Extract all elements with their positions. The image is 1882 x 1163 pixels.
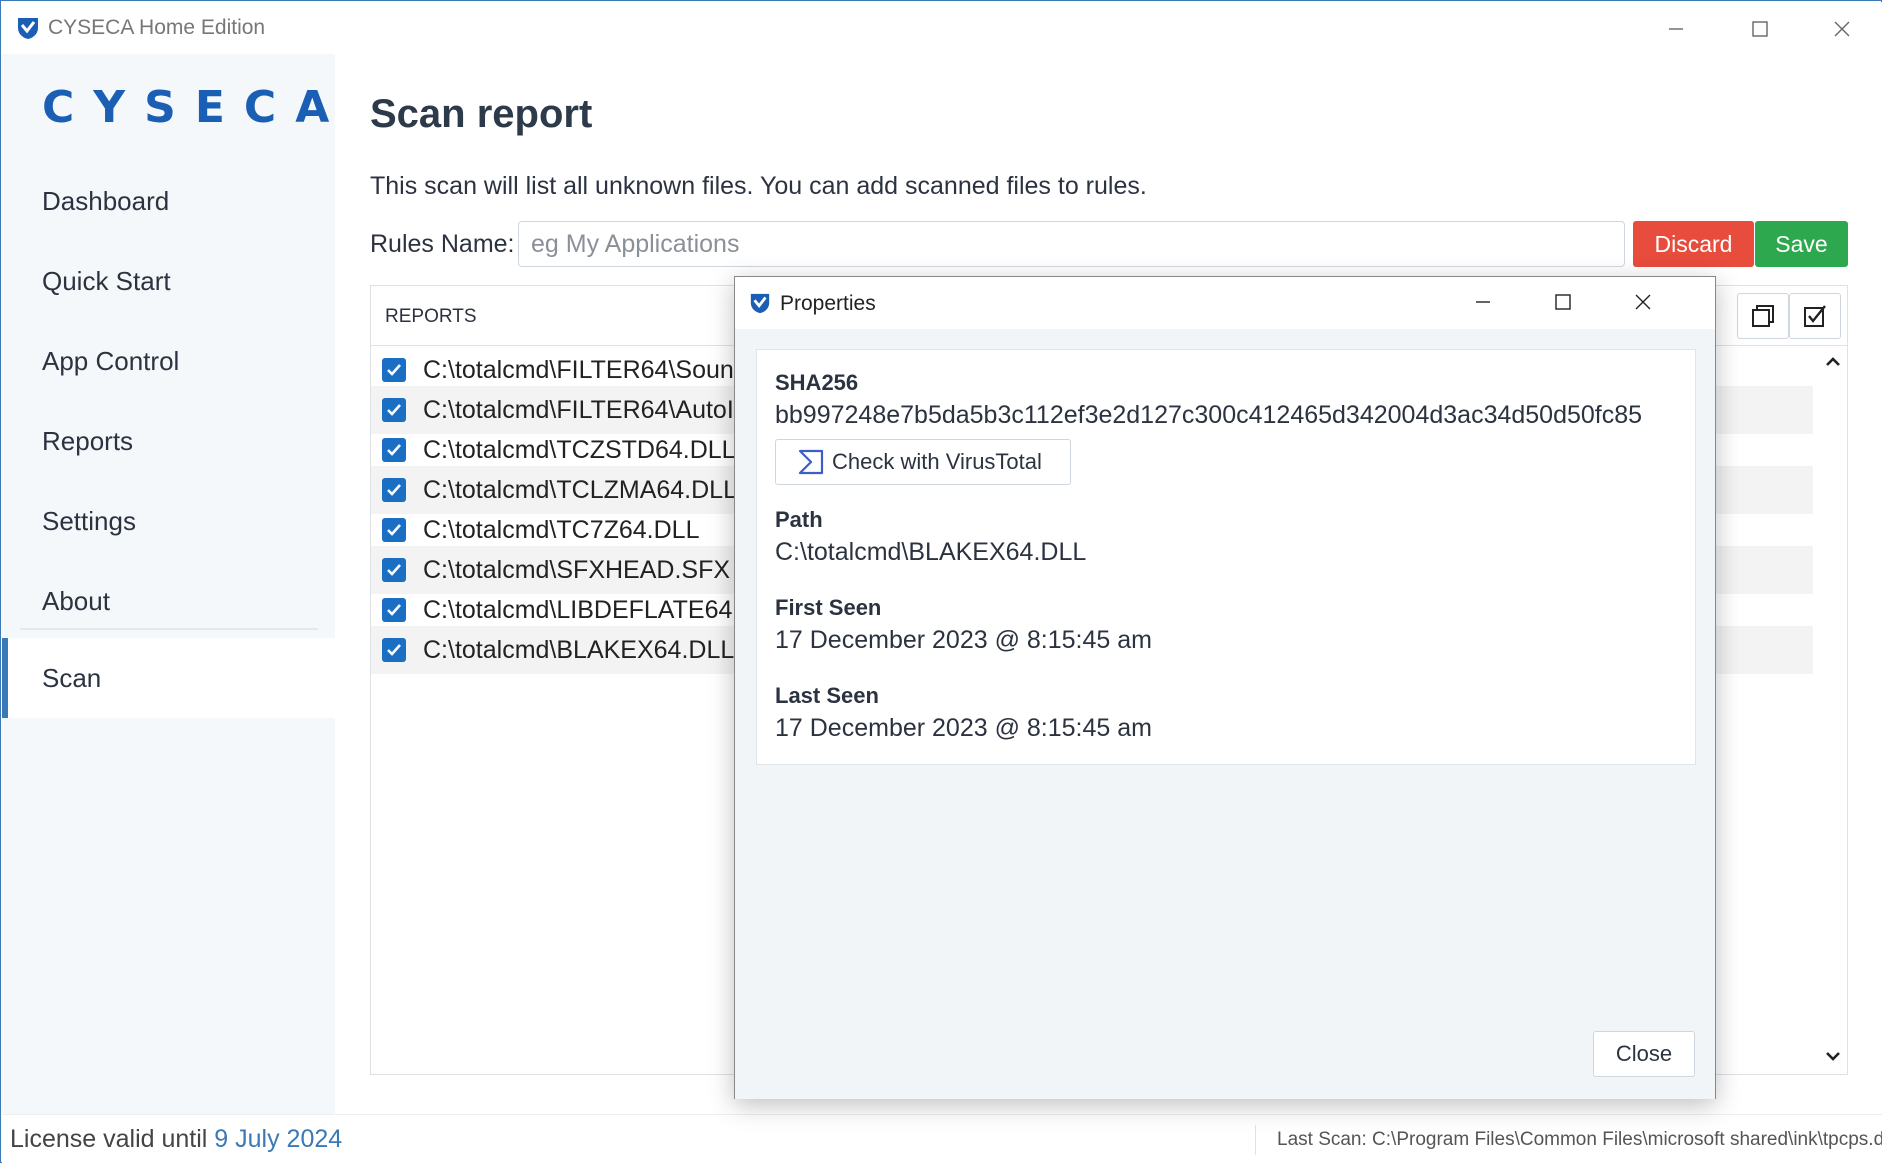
maximize-icon xyxy=(1555,294,1571,310)
copy-window-icon xyxy=(1752,305,1774,327)
checkmark-icon xyxy=(387,364,401,376)
dialog-maximize-button[interactable] xyxy=(1533,283,1593,321)
dialog-close-button[interactable]: Close xyxy=(1593,1031,1695,1077)
dialog-close-x-button[interactable] xyxy=(1613,283,1673,321)
license-date: 9 July 2024 xyxy=(214,1125,343,1153)
sidebar-item-dashboard[interactable]: Dashboard xyxy=(2,161,335,241)
window-title: CYSECA Home Edition xyxy=(48,16,266,39)
checkbox-checked-icon xyxy=(1804,305,1826,327)
page-title: Scan report xyxy=(370,92,593,136)
last-seen-value: 17 December 2023 @ 8:15:45 am xyxy=(775,714,1152,742)
discard-button[interactable]: Discard xyxy=(1633,221,1754,267)
sidebar: CYSECA Dashboard Quick Start App Control… xyxy=(2,54,335,1114)
check-virustotal-label: Check with VirusTotal xyxy=(832,449,1042,474)
sha256-value: bb997248e7b5da5b3c112ef3e2d127c300c41246… xyxy=(775,401,1643,429)
row-path: C:\totalcmd\LIBDEFLATE64.I xyxy=(423,596,747,624)
sidebar-item-reports[interactable]: Reports xyxy=(2,401,335,481)
page-subtitle: This scan will list all unknown files. Y… xyxy=(370,172,1147,200)
path-label: Path xyxy=(775,507,823,532)
minimize-button[interactable] xyxy=(1646,10,1706,48)
checkmark-icon xyxy=(387,524,401,536)
checkmark-icon xyxy=(387,604,401,616)
maximize-icon xyxy=(1752,21,1768,37)
dialog-minimize-button[interactable] xyxy=(1453,283,1513,321)
row-path: C:\totalcmd\FILTER64\Soun xyxy=(423,356,734,384)
checkmark-icon xyxy=(387,444,401,456)
sidebar-item-quick-start[interactable]: Quick Start xyxy=(2,241,335,321)
reports-title: REPORTS xyxy=(385,306,477,327)
cyseca-shield-icon xyxy=(18,18,38,39)
properties-dialog: Properties SHA256 bb997248e7b5da5b3c112e… xyxy=(734,276,1716,1099)
title-bar: CYSECA Home Edition xyxy=(2,2,1882,54)
checkmark-icon xyxy=(387,404,401,416)
select-all-button[interactable] xyxy=(1789,293,1841,339)
last-scan-status: Last Scan: C:\Program Files\Common Files… xyxy=(1277,1129,1882,1150)
row-checkbox[interactable] xyxy=(382,558,406,582)
row-checkbox[interactable] xyxy=(382,638,406,662)
first-seen-label: First Seen xyxy=(775,595,882,620)
status-bar: License valid until 9 July 2024 Last Sca… xyxy=(2,1114,1882,1163)
status-separator xyxy=(1255,1125,1256,1155)
maximize-button[interactable] xyxy=(1730,10,1790,48)
first-seen-value: 17 December 2023 @ 8:15:45 am xyxy=(775,626,1152,654)
row-checkbox[interactable] xyxy=(382,518,406,542)
properties-card: SHA256 bb997248e7b5da5b3c112ef3e2d127c30… xyxy=(756,349,1696,765)
scroll-up-arrow-icon[interactable] xyxy=(1823,352,1843,372)
cyseca-shield-icon xyxy=(750,293,770,314)
row-checkbox[interactable] xyxy=(382,358,406,382)
virustotal-icon xyxy=(798,449,824,475)
row-checkbox[interactable] xyxy=(382,598,406,622)
license-prefix: License valid until xyxy=(10,1125,215,1153)
row-checkbox[interactable] xyxy=(382,438,406,462)
checkmark-icon xyxy=(387,644,401,656)
minimize-icon xyxy=(1669,28,1683,30)
sidebar-item-scan[interactable]: Scan xyxy=(2,638,335,718)
sidebar-divider xyxy=(20,628,318,630)
checkmark-icon xyxy=(387,484,401,496)
row-path: C:\totalcmd\FILTER64\AutoI xyxy=(423,396,734,424)
row-path: C:\totalcmd\TCLZMA64.DLL xyxy=(423,476,737,504)
save-button[interactable]: Save xyxy=(1755,221,1848,267)
check-virustotal-button[interactable]: Check with VirusTotal xyxy=(775,439,1071,485)
rules-name-input[interactable] xyxy=(518,221,1625,267)
last-seen-label: Last Seen xyxy=(775,683,879,708)
dialog-body: SHA256 bb997248e7b5da5b3c112ef3e2d127c30… xyxy=(735,329,1715,1099)
dialog-title-bar: Properties xyxy=(735,277,1715,329)
row-checkbox[interactable] xyxy=(382,478,406,502)
deselect-all-button[interactable] xyxy=(1737,293,1789,339)
row-path: C:\totalcmd\SFXHEAD.SFX xyxy=(423,556,731,584)
row-path: C:\totalcmd\BLAKEX64.DLL xyxy=(423,636,735,664)
dialog-title: Properties xyxy=(780,292,876,315)
rules-name-label: Rules Name: xyxy=(370,230,515,258)
cyseca-logo: CYSECA xyxy=(42,82,349,133)
license-status: License valid until 9 July 2024 xyxy=(10,1125,342,1154)
app-window: CYSECA Home Edition CYSECA Dashboard Qui… xyxy=(0,0,1882,1163)
close-icon xyxy=(1834,21,1850,37)
row-path: C:\totalcmd\TCZSTD64.DLL xyxy=(423,436,736,464)
row-path: C:\totalcmd\TC7Z64.DLL xyxy=(423,516,700,544)
sha256-label: SHA256 xyxy=(775,370,859,395)
row-checkbox[interactable] xyxy=(382,398,406,422)
minimize-icon xyxy=(1476,301,1490,303)
close-window-button[interactable] xyxy=(1812,10,1872,48)
close-icon xyxy=(1635,294,1651,310)
sidebar-item-app-control[interactable]: App Control xyxy=(2,321,335,401)
sidebar-item-settings[interactable]: Settings xyxy=(2,481,335,561)
path-value: C:\totalcmd\BLAKEX64.DLL xyxy=(775,538,1087,566)
checkmark-icon xyxy=(387,564,401,576)
scroll-down-arrow-icon[interactable] xyxy=(1823,1046,1843,1066)
